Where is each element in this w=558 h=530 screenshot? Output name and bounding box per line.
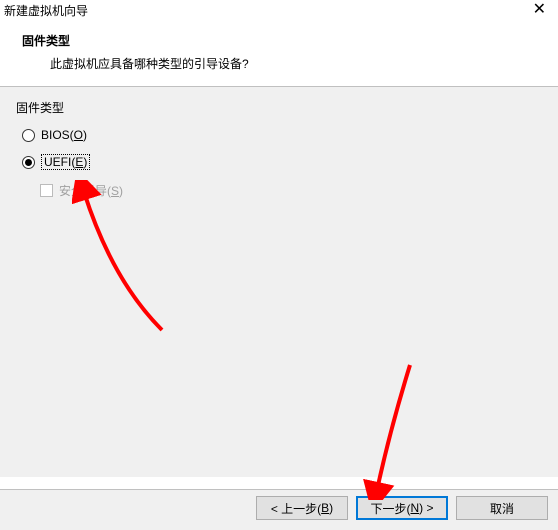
radio-bios[interactable]: BIOS(O) bbox=[22, 128, 542, 142]
content-area: 固件类型 BIOS(O) UEFI(E) 安全引导(S) bbox=[0, 87, 558, 477]
checkbox-secure-boot: 安全引导(S) bbox=[40, 182, 542, 199]
checkbox-secure-boot-label: 安全引导(S) bbox=[59, 182, 123, 199]
wizard-header: 固件类型 此虚拟机应具备哪种类型的引导设备? bbox=[0, 22, 558, 86]
next-button[interactable]: 下一步(N) > bbox=[356, 496, 448, 520]
group-label: 固件类型 bbox=[16, 99, 542, 116]
radio-icon bbox=[22, 129, 35, 142]
window-title: 新建虚拟机向导 bbox=[4, 2, 88, 19]
button-bar: < 上一步(B) 下一步(N) > 取消 bbox=[0, 489, 558, 530]
page-subtitle: 此虚拟机应具备哪种类型的引导设备? bbox=[22, 55, 558, 72]
title-bar: 新建虚拟机向导 ✕ bbox=[0, 0, 558, 22]
radio-uefi[interactable]: UEFI(E) bbox=[22, 154, 542, 170]
radio-bios-label: BIOS(O) bbox=[41, 128, 87, 142]
cancel-button[interactable]: 取消 bbox=[456, 496, 548, 520]
radio-uefi-label: UEFI(E) bbox=[41, 154, 90, 170]
page-title: 固件类型 bbox=[22, 32, 558, 49]
radio-icon bbox=[22, 156, 35, 169]
checkbox-icon bbox=[40, 184, 53, 197]
back-button[interactable]: < 上一步(B) bbox=[256, 496, 348, 520]
close-icon[interactable]: ✕ bbox=[527, 2, 552, 18]
